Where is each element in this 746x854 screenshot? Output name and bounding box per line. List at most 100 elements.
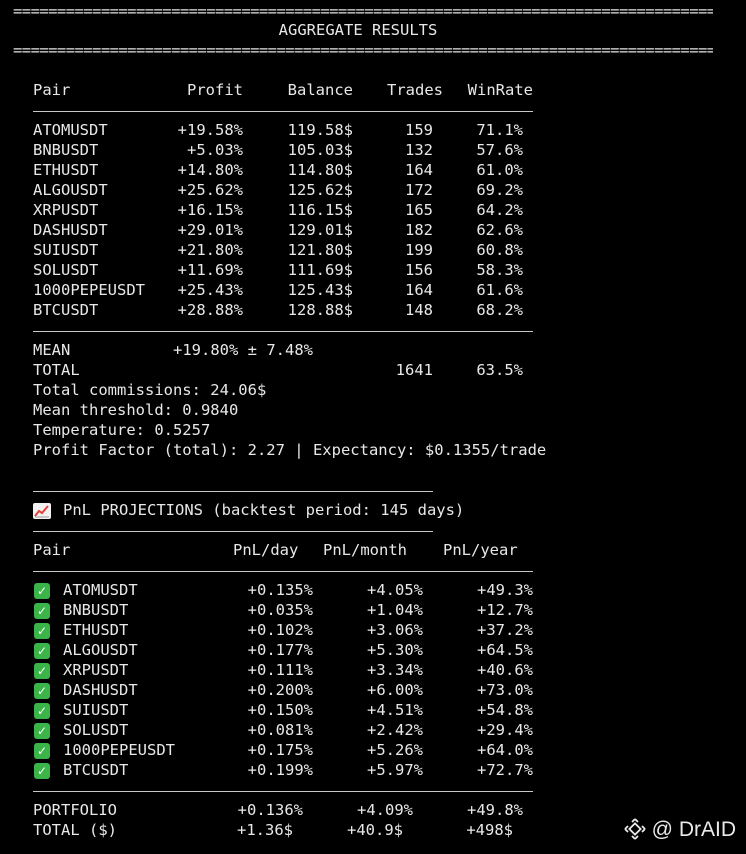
total-usd-label: TOTAL ($) <box>33 821 117 839</box>
check-mark-icon: ✓ <box>34 623 50 639</box>
aggregate-winrate-cell: 71.1% <box>476 121 523 139</box>
info-profit-factor: Profit Factor (total): 2.27 | Expectancy… <box>33 441 547 459</box>
projection-day-cell: +0.035% <box>247 601 313 619</box>
projection-year-cell: +64.0% <box>477 741 533 759</box>
projection-year-cell: +37.2% <box>477 621 533 639</box>
aggregate-trades-cell: 164 <box>405 161 433 179</box>
projection-month-cell: +2.42% <box>367 721 423 739</box>
projection-month-cell: +3.34% <box>367 661 423 679</box>
aggregate-pair-cell: 1000PEPEUSDT <box>33 281 145 299</box>
aggregate-pair-cell: ATOMUSDT <box>33 121 108 139</box>
aggregate-winrate-cell: 61.6% <box>476 281 523 299</box>
title-divider: ========================================… <box>13 41 713 59</box>
portfolio-year: +49.8% <box>467 801 523 819</box>
aggregate-trades-cell: 182 <box>405 221 433 239</box>
info-temperature: Temperature: 0.5257 <box>33 421 211 439</box>
page-title: AGGREGATE RESULTS <box>278 21 438 39</box>
aggregate-balance-cell: 121.80$ <box>287 241 353 259</box>
aggregate-profit-cell: +11.69% <box>177 261 243 279</box>
total-usd-day: +1.36$ <box>237 821 293 839</box>
projection-pair-cell: BTCUSDT <box>63 761 129 779</box>
projection-footer-rule <box>33 791 533 792</box>
aggregate-trades-cell: 132 <box>405 141 433 159</box>
aggregate-balance-cell: 125.43$ <box>287 281 353 299</box>
projection-day-cell: +0.175% <box>247 741 313 759</box>
projection-year-cell: +40.6% <box>477 661 533 679</box>
projection-year-cell: +73.0% <box>477 681 533 699</box>
aggregate-trades-cell: 156 <box>405 261 433 279</box>
projection-title-rule <box>33 531 433 532</box>
aggregate-winrate-cell: 64.2% <box>476 201 523 219</box>
check-mark-icon: ✓ <box>34 763 50 779</box>
projection-month-cell: +3.06% <box>367 621 423 639</box>
aggregate-winrate-cell: 68.2% <box>476 301 523 319</box>
aggregate-winrate-cell: 61.0% <box>476 161 523 179</box>
projection-day-cell: +0.111% <box>247 661 313 679</box>
aggregate-winrate-cell: 62.6% <box>476 221 523 239</box>
aggregate-balance-cell: 129.01$ <box>287 221 353 239</box>
proj-header-month: PnL/month <box>323 541 407 559</box>
projection-month-cell: +4.05% <box>367 581 423 599</box>
total-winrate: 63.5% <box>476 361 523 379</box>
check-mark-icon: ✓ <box>34 643 50 659</box>
total-label: TOTAL <box>33 361 80 379</box>
diamond-logo-icon <box>624 818 646 840</box>
projection-pair-cell: ATOMUSDT <box>63 581 138 599</box>
projection-top-rule <box>33 491 433 492</box>
portfolio-label: PORTFOLIO <box>33 801 117 819</box>
proj-header-pair: Pair <box>33 541 71 559</box>
projection-month-cell: +5.97% <box>367 761 423 779</box>
projection-pair-cell: XRPUSDT <box>63 661 129 679</box>
projection-title: PnL PROJECTIONS (backtest period: 145 da… <box>63 501 465 519</box>
aggregate-pair-cell: SUIUSDT <box>33 241 99 259</box>
total-usd-month: +40.9$ <box>347 821 403 839</box>
aggregate-trades-cell: 165 <box>405 201 433 219</box>
aggregate-profit-cell: +14.80% <box>177 161 243 179</box>
aggregate-profit-cell: +21.80% <box>177 241 243 259</box>
projection-month-cell: +4.51% <box>367 701 423 719</box>
aggregate-pair-cell: XRPUSDT <box>33 201 99 219</box>
check-mark-icon: ✓ <box>34 743 50 759</box>
projection-day-cell: +0.102% <box>247 621 313 639</box>
projection-pair-cell: ALGOUSDT <box>63 641 138 659</box>
projection-year-cell: +29.4% <box>477 721 533 739</box>
aggregate-pair-cell: DASHUSDT <box>33 221 108 239</box>
aggregate-profit-cell: +29.01% <box>177 221 243 239</box>
check-mark-icon: ✓ <box>34 683 50 699</box>
check-mark-icon: ✓ <box>34 663 50 679</box>
projection-pair-cell: DASHUSDT <box>63 681 138 699</box>
projection-pair-cell: ETHUSDT <box>63 621 129 639</box>
aggregate-trades-cell: 172 <box>405 181 433 199</box>
projection-pair-cell: BNBUSDT <box>63 601 129 619</box>
projection-month-cell: +5.30% <box>367 641 423 659</box>
mean-value: +19.80% ± 7.48% <box>173 341 313 359</box>
aggregate-pair-cell: BTCUSDT <box>33 301 99 319</box>
projection-year-cell: +54.8% <box>477 701 533 719</box>
aggregate-balance-cell: 105.03$ <box>287 141 353 159</box>
chart-increasing-icon <box>33 503 51 519</box>
projection-pair-cell: SOLUSDT <box>63 721 129 739</box>
aggregate-profit-cell: +16.15% <box>177 201 243 219</box>
projection-year-cell: +12.7% <box>477 601 533 619</box>
projection-pair-cell: 1000PEPEUSDT <box>63 741 175 759</box>
aggregate-trades-cell: 164 <box>405 281 433 299</box>
watermark: @ DrAID <box>624 818 736 842</box>
mean-label: MEAN <box>33 341 71 359</box>
aggregate-profit-cell: +25.62% <box>177 181 243 199</box>
check-mark-icon: ✓ <box>34 723 50 739</box>
info-threshold: Mean threshold: 0.9840 <box>33 401 239 419</box>
check-mark-icon: ✓ <box>34 583 50 599</box>
header-trades: Trades <box>387 81 443 99</box>
projection-header-rule <box>33 571 533 572</box>
header-balance: Balance <box>287 81 353 99</box>
watermark-text: @ DrAID <box>651 818 736 841</box>
aggregate-profit-cell: +19.58% <box>177 121 243 139</box>
top-divider: ========================================… <box>13 2 713 20</box>
projection-day-cell: +0.199% <box>247 761 313 779</box>
projection-month-cell: +6.00% <box>367 681 423 699</box>
proj-header-day: PnL/day <box>233 541 299 559</box>
projection-day-cell: +0.081% <box>247 721 313 739</box>
aggregate-profit-cell: +5.03% <box>187 141 243 159</box>
aggregate-balance-cell: 125.62$ <box>287 181 353 199</box>
aggregate-winrate-cell: 60.8% <box>476 241 523 259</box>
